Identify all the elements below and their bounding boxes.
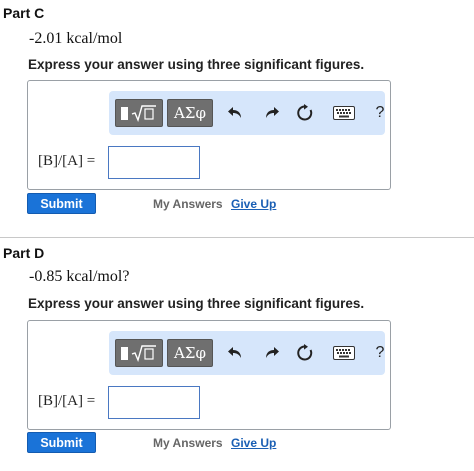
help-button[interactable]: ?	[370, 343, 390, 363]
greek-symbols-button[interactable]: ΑΣφ	[167, 99, 213, 127]
templates-button[interactable]	[115, 99, 163, 127]
square-root-template-icon	[121, 344, 157, 362]
my-answers-link[interactable]: My Answers	[153, 436, 223, 450]
redo-icon[interactable]	[261, 103, 281, 123]
give-up-link[interactable]: Give Up	[231, 436, 276, 450]
math-toolbar: ΑΣφ ?	[109, 91, 385, 135]
redo-icon[interactable]	[261, 343, 281, 363]
keyboard-icon[interactable]	[332, 103, 356, 123]
section-divider	[0, 237, 474, 238]
answer-input[interactable]	[108, 146, 200, 179]
part-title: Part D	[3, 245, 45, 261]
part-title: Part C	[3, 5, 45, 21]
greek-symbols-button[interactable]: ΑΣφ	[167, 339, 213, 367]
submit-button[interactable]: Submit	[27, 193, 96, 214]
answer-box: ΑΣφ ? [B]/[A] =	[27, 80, 391, 190]
square-root-template-icon	[121, 104, 157, 122]
equation-label: [B]/[A] =	[38, 393, 96, 409]
math-toolbar: ΑΣφ ?	[109, 331, 385, 375]
reset-icon[interactable]	[295, 343, 315, 363]
reset-icon[interactable]	[295, 103, 315, 123]
give-up-link[interactable]: Give Up	[231, 197, 276, 211]
instruction-text: Express your answer using three signific…	[28, 57, 365, 72]
instruction-text: Express your answer using three signific…	[28, 296, 365, 311]
keyboard-icon[interactable]	[332, 343, 356, 363]
part-prompt: -2.01 kcal/mol	[29, 30, 123, 47]
my-answers-link[interactable]: My Answers	[153, 197, 223, 211]
equation-label: [B]/[A] =	[38, 153, 96, 169]
answer-input[interactable]	[108, 386, 200, 419]
templates-button[interactable]	[115, 339, 163, 367]
submit-button[interactable]: Submit	[27, 432, 96, 453]
undo-icon[interactable]	[226, 343, 246, 363]
part-prompt: -0.85 kcal/mol?	[29, 268, 130, 285]
help-button[interactable]: ?	[370, 103, 390, 123]
undo-icon[interactable]	[226, 103, 246, 123]
answer-box: ΑΣφ ? [B]/[A] =	[27, 320, 391, 430]
